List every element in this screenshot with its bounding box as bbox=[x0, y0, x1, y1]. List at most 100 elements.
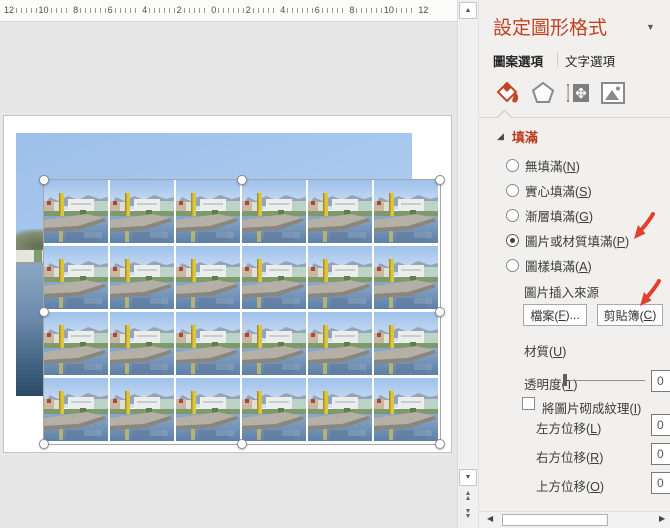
ruler-number: 12 bbox=[4, 6, 14, 15]
transparency-value-input[interactable]: 0 bbox=[651, 370, 670, 392]
ruler-segment: 4 bbox=[280, 6, 315, 15]
annotation-arrow-clipboard bbox=[638, 279, 662, 309]
fill-option-a[interactable]: 圖樣填滿(A) bbox=[506, 255, 592, 275]
ruler-segment: 12 bbox=[418, 6, 453, 15]
fill-option-label: 漸層填滿(G) bbox=[525, 206, 593, 225]
scroll-down-button[interactable]: ▼ bbox=[459, 469, 477, 486]
scroll-right-button[interactable]: ▶ bbox=[659, 514, 665, 523]
tile-as-texture-checkbox[interactable] bbox=[522, 397, 535, 410]
selection-handle[interactable] bbox=[237, 175, 247, 185]
ruler-segment: 4 bbox=[142, 6, 177, 15]
fill-section-title: 填滿 bbox=[512, 127, 538, 146]
scroll-left-button[interactable]: ◀ bbox=[487, 514, 493, 523]
ruler-segment: 2 bbox=[246, 6, 281, 15]
previous-slide-button[interactable]: ▲▲ bbox=[459, 491, 477, 501]
ruler-segment: 8 bbox=[73, 6, 108, 15]
radio-unselected-icon[interactable] bbox=[506, 259, 519, 272]
effects-pentagon-icon[interactable] bbox=[530, 80, 556, 106]
ruler-segment: 8 bbox=[349, 6, 384, 15]
ruler-ticks bbox=[16, 8, 37, 13]
ruler-number: 8 bbox=[349, 6, 354, 15]
ruler-ticks bbox=[396, 8, 417, 13]
ruler-segment: 0 bbox=[211, 6, 246, 15]
radio-selected-icon[interactable] bbox=[506, 234, 519, 247]
ruler-ticks bbox=[322, 8, 348, 13]
ruler-segment: 10 bbox=[384, 6, 419, 15]
fill-paint-bucket-icon[interactable] bbox=[495, 80, 521, 106]
ruler-number: 4 bbox=[280, 6, 285, 15]
ruler-ticks bbox=[184, 8, 210, 13]
texture-label[interactable]: 材質(U) bbox=[524, 341, 566, 360]
ruler-number: 6 bbox=[108, 6, 113, 15]
file-button[interactable]: 檔案(F)... bbox=[523, 304, 587, 326]
ruler-ticks bbox=[356, 8, 382, 13]
ruler-segment: 12 bbox=[4, 6, 39, 15]
offset-left-label: 左方位移(L) bbox=[536, 418, 601, 437]
radio-unselected-icon[interactable] bbox=[506, 184, 519, 197]
pane-horizontal-scrollbar[interactable]: ◀ ▶ bbox=[479, 511, 670, 528]
fill-option-label: 無填滿(N) bbox=[525, 156, 580, 175]
transparency-label: 透明度(T) bbox=[524, 374, 577, 393]
radio-unselected-icon[interactable] bbox=[506, 209, 519, 222]
tab-shape-options[interactable]: 圖案選項 bbox=[493, 51, 543, 70]
selection-handle[interactable] bbox=[39, 175, 49, 185]
ruler-number: 0 bbox=[211, 6, 216, 15]
selection-handle[interactable] bbox=[435, 439, 445, 449]
fill-option-p[interactable]: 圖片或材質填滿(P) bbox=[506, 230, 629, 250]
ruler-ticks bbox=[287, 8, 313, 13]
format-picture-pane: 設定圖形格式 ▼ 圖案選項 文字選項 bbox=[478, 0, 670, 528]
ruler-number: 8 bbox=[73, 6, 78, 15]
ruler-ticks bbox=[149, 8, 175, 13]
fill-option-n[interactable]: 無填滿(N) bbox=[506, 155, 580, 175]
section-expand-icon: ◢ bbox=[497, 131, 504, 142]
fill-option-label: 圖片或材質填滿(P) bbox=[525, 231, 629, 250]
ruler-ticks bbox=[218, 8, 244, 13]
powerpoint-window: 12108642024681012 bbox=[0, 0, 670, 528]
vertical-scrollbar[interactable]: ▲ ▼ ▲▲ ▼▼ bbox=[457, 0, 478, 528]
ruler-ticks bbox=[51, 8, 72, 13]
transparency-slider-thumb[interactable] bbox=[563, 374, 567, 386]
tab-separator bbox=[557, 52, 558, 67]
offset-top-label: 上方位移(O) bbox=[536, 476, 604, 495]
ruler-segment: 10 bbox=[39, 6, 74, 15]
tab-text-options[interactable]: 文字選項 bbox=[565, 51, 615, 70]
fill-section-header[interactable]: ◢ 填滿 bbox=[497, 127, 538, 146]
tiled-picture-fill bbox=[44, 180, 440, 444]
picture-icon[interactable] bbox=[600, 80, 626, 106]
selection-handle[interactable] bbox=[39, 307, 49, 317]
pane-title-dropdown-icon[interactable]: ▼ bbox=[646, 22, 655, 32]
offset-left-value-input[interactable]: 0 bbox=[651, 414, 670, 436]
horizontal-scroll-thumb[interactable] bbox=[502, 514, 608, 526]
ruler-ticks bbox=[253, 8, 279, 13]
fill-option-label: 實心填滿(S) bbox=[525, 181, 592, 200]
ruler-number: 10 bbox=[384, 6, 394, 15]
size-properties-icon[interactable] bbox=[565, 80, 591, 106]
offset-top-value-input[interactable]: 0 bbox=[651, 472, 670, 494]
ruler-segment: 2 bbox=[177, 6, 212, 15]
ruler-number: 4 bbox=[142, 6, 147, 15]
ruler-number: 2 bbox=[246, 6, 251, 15]
fill-option-label: 圖樣填滿(A) bbox=[525, 256, 592, 275]
tiled-picture-shape[interactable] bbox=[44, 180, 440, 444]
picture-source-label: 圖片插入來源 bbox=[524, 282, 599, 301]
ruler-number: 10 bbox=[39, 6, 49, 15]
tile-as-texture-label[interactable]: 將圖片砌成紋理(I) bbox=[542, 398, 641, 417]
ruler-number: 12 bbox=[418, 6, 428, 15]
horizontal-ruler[interactable]: 12108642024681012 bbox=[0, 0, 457, 22]
offset-right-value-input[interactable]: 0 bbox=[651, 443, 670, 465]
ruler-segment: 6 bbox=[315, 6, 350, 15]
next-slide-button[interactable]: ▼▼ bbox=[459, 509, 477, 519]
scroll-up-button[interactable]: ▲ bbox=[459, 2, 477, 19]
ruler-number: 2 bbox=[177, 6, 182, 15]
transparency-slider-track[interactable] bbox=[569, 380, 645, 381]
radio-unselected-icon[interactable] bbox=[506, 159, 519, 172]
fill-option-g[interactable]: 漸層填滿(G) bbox=[506, 205, 593, 225]
selection-handle[interactable] bbox=[435, 175, 445, 185]
fill-option-s[interactable]: 實心填滿(S) bbox=[506, 180, 592, 200]
selection-handle[interactable] bbox=[435, 307, 445, 317]
selection-handle[interactable] bbox=[237, 439, 247, 449]
ruler-segment: 6 bbox=[108, 6, 143, 15]
active-icon-caret bbox=[497, 110, 513, 126]
selection-handle[interactable] bbox=[39, 439, 49, 449]
ruler-ticks bbox=[115, 8, 141, 13]
